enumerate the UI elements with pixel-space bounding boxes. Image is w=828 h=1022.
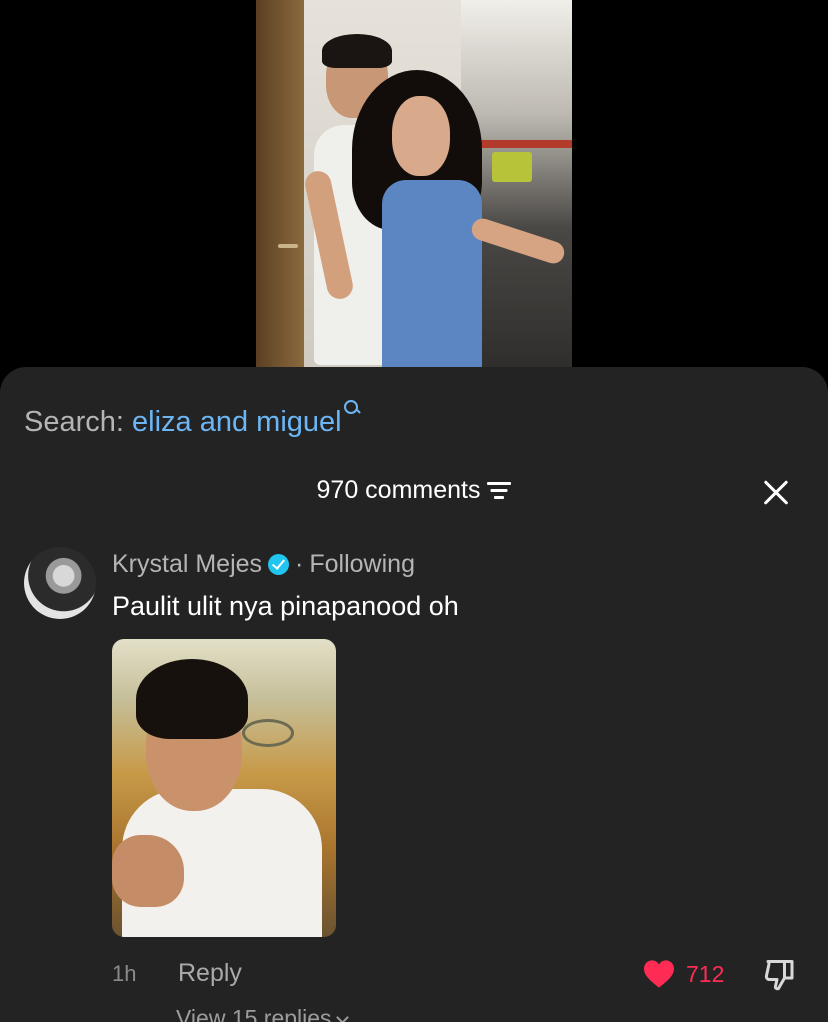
search-label: Search: xyxy=(24,406,124,438)
video-frame[interactable] xyxy=(256,0,572,380)
photo-ceiling-light xyxy=(242,719,294,747)
like-count: 712 xyxy=(686,961,725,987)
photo-hand xyxy=(112,835,184,907)
chevron-down-icon xyxy=(335,1011,349,1022)
sort-icon[interactable] xyxy=(487,481,512,499)
video-person-2-face xyxy=(392,96,450,176)
comment-author-row: Krystal Mejes · Following xyxy=(112,549,415,579)
view-replies-label: View 15 replies xyxy=(176,1005,332,1022)
search-query-link[interactable]: eliza and miguel xyxy=(132,406,342,438)
comment-photo[interactable] xyxy=(112,639,336,937)
verified-icon xyxy=(268,553,290,575)
reply-button[interactable]: Reply xyxy=(178,959,242,988)
video-door-handle xyxy=(278,244,298,248)
comment-text: Paulit ulit nya pinapanood oh xyxy=(112,591,459,621)
close-icon[interactable] xyxy=(760,477,792,509)
video-person-2-dress xyxy=(382,180,482,380)
search-icon[interactable] xyxy=(343,399,361,417)
video-door xyxy=(256,0,304,380)
video-shelf xyxy=(476,140,572,148)
comments-header: 970 comments xyxy=(0,475,828,505)
author-name[interactable]: Krystal Mejes xyxy=(112,550,262,578)
video-person-1-hair xyxy=(322,34,392,68)
dislike-icon[interactable] xyxy=(762,957,798,993)
following-label: Following xyxy=(309,549,415,578)
comment-time: 1h xyxy=(112,961,137,986)
photo-hair xyxy=(136,659,248,739)
avatar[interactable] xyxy=(24,547,96,619)
comments-sheet: Search: eliza and miguel 970 comments Kr… xyxy=(0,367,828,1022)
heart-icon[interactable] xyxy=(642,959,676,989)
video-player[interactable] xyxy=(0,0,828,380)
search-suggestion[interactable]: Search: eliza and miguel xyxy=(24,399,361,439)
dot-separator: · xyxy=(295,549,304,578)
comment-actions: 1h Reply 712 xyxy=(112,957,812,991)
view-replies-button[interactable]: View 15 replies xyxy=(176,1005,349,1022)
comments-count: 970 comments xyxy=(316,475,481,504)
video-box xyxy=(492,152,532,182)
